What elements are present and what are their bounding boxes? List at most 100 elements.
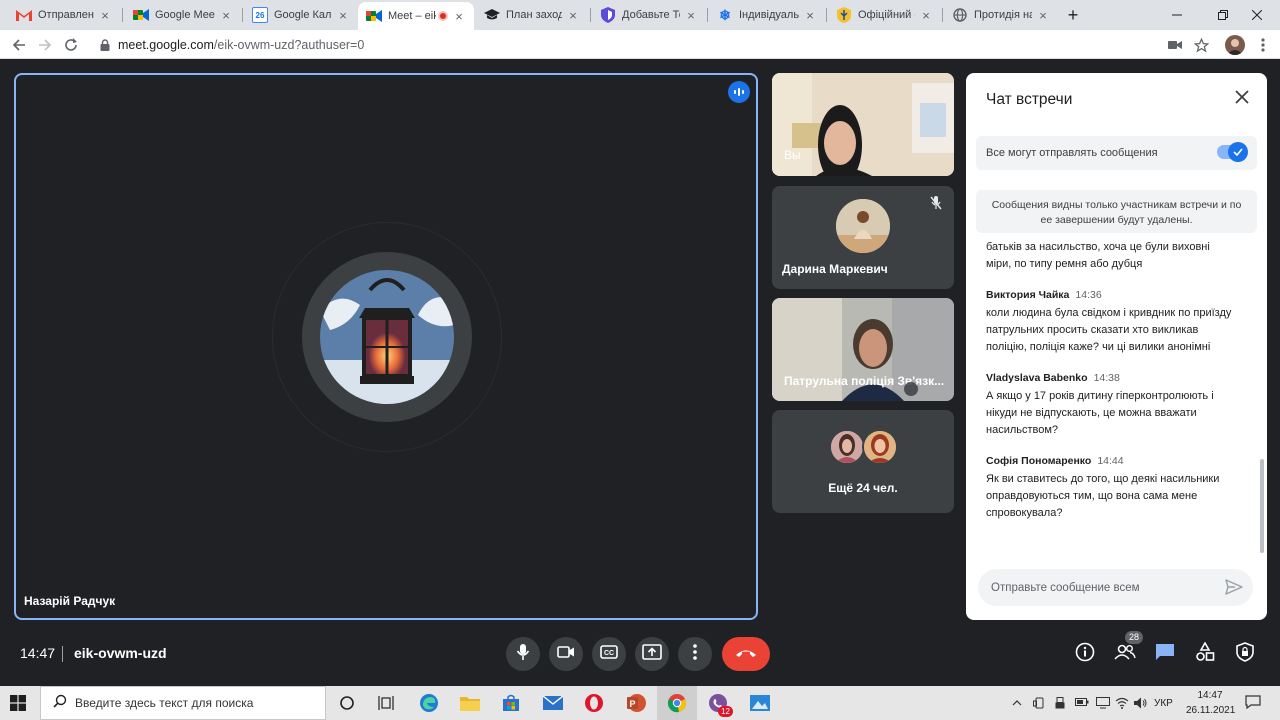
meeting-details-button[interactable] bbox=[1074, 642, 1096, 667]
tab-meet-active[interactable]: Meet – eik × bbox=[358, 2, 474, 30]
tab-official-site[interactable]: Офіційний са × bbox=[828, 0, 941, 30]
tab-close-icon[interactable]: × bbox=[452, 9, 466, 24]
task-view-icon[interactable] bbox=[374, 691, 398, 715]
tab-close-icon[interactable]: × bbox=[1036, 8, 1050, 23]
opera-icon[interactable] bbox=[582, 691, 606, 715]
tab-close-icon[interactable]: × bbox=[219, 8, 233, 23]
photos-icon[interactable] bbox=[748, 691, 772, 715]
more-avatar-1 bbox=[829, 429, 865, 465]
camera-icon bbox=[557, 645, 575, 663]
viber-icon[interactable]: 12 bbox=[706, 691, 733, 717]
tray-clock[interactable]: 14:47 26.11.2021 bbox=[1186, 688, 1235, 718]
address-bar: meet.google.com/eik-ovwm-uzd?authuser=0 bbox=[0, 30, 1280, 59]
chat-message-text: батьків за насильство, хоча це були вихо… bbox=[986, 241, 1210, 270]
back-button[interactable] bbox=[10, 36, 28, 54]
captions-button[interactable]: CC bbox=[592, 637, 626, 671]
mail-icon[interactable] bbox=[541, 691, 565, 715]
tray-usb-icon[interactable] bbox=[1054, 697, 1066, 712]
meet-icon bbox=[366, 8, 382, 24]
info-icon bbox=[1075, 642, 1095, 667]
chat-privacy-notice: Сообщения видны только участникам встреч… bbox=[976, 190, 1257, 233]
more-participants-label: Ещё 24 чел. bbox=[828, 481, 898, 495]
graduation-cap-icon bbox=[484, 7, 500, 23]
hang-up-icon bbox=[735, 645, 757, 663]
tray-device-icon[interactable] bbox=[1033, 697, 1045, 712]
window-close-button[interactable] bbox=[1234, 0, 1280, 30]
microphone-button[interactable] bbox=[506, 637, 540, 671]
tab-close-icon[interactable]: × bbox=[803, 8, 817, 23]
tab-google-calendar[interactable]: 26 Google Календарь × bbox=[244, 0, 358, 30]
host-controls-button[interactable] bbox=[1234, 641, 1256, 667]
more-options-button[interactable] bbox=[678, 637, 712, 671]
emblem-icon bbox=[836, 7, 852, 23]
notification-center-icon[interactable] bbox=[1245, 695, 1261, 712]
chat-button[interactable] bbox=[1154, 643, 1176, 665]
tab-close-icon[interactable]: × bbox=[684, 8, 698, 23]
forward-button[interactable] bbox=[36, 36, 54, 54]
tab-protydiya[interactable]: Протидія нас × bbox=[944, 0, 1058, 30]
shield-lock-icon bbox=[1236, 641, 1254, 667]
taskbar-search-box[interactable]: Введите здесь текст для поиска bbox=[40, 686, 326, 720]
tab-add-text[interactable]: Добавьте Текст × bbox=[592, 0, 706, 30]
activities-button[interactable] bbox=[1194, 640, 1216, 667]
main-speaker-name: Назарій Радчук bbox=[24, 594, 116, 608]
tray-network-icon[interactable] bbox=[1096, 697, 1110, 712]
tab-close-icon[interactable]: × bbox=[566, 8, 580, 23]
chat-panel: Чат встречи Все могут отправлять сообщен… bbox=[966, 73, 1267, 620]
captions-icon: CC bbox=[600, 644, 618, 664]
close-icon[interactable] bbox=[1233, 89, 1251, 107]
chrome-icon[interactable] bbox=[665, 691, 689, 715]
darina-name: Дарина Маркевич bbox=[782, 262, 888, 276]
more-participants-tile[interactable]: Ещё 24 чел. bbox=[772, 410, 954, 513]
tray-volume-icon[interactable] bbox=[1134, 697, 1148, 712]
url-path: /eik-ovwm-uzd?authuser=0 bbox=[213, 37, 365, 52]
tray-wifi-icon[interactable] bbox=[1115, 697, 1129, 712]
participant-tile-darina[interactable]: Дарина Маркевич bbox=[772, 186, 954, 289]
tray-chevron-icon[interactable] bbox=[1012, 697, 1022, 709]
participants-button[interactable] bbox=[1114, 643, 1136, 665]
darina-avatar bbox=[836, 199, 890, 253]
edge-icon[interactable] bbox=[417, 691, 441, 715]
chat-sender: Виктория Чайка bbox=[986, 289, 1070, 301]
bookmark-star-icon[interactable] bbox=[1192, 36, 1210, 54]
tab-individual[interactable]: ❄ Індивідуальне × bbox=[709, 0, 825, 30]
tab-close-icon[interactable]: × bbox=[919, 8, 933, 23]
browser-menu-icon[interactable] bbox=[1254, 36, 1272, 54]
patrol-police-name: Патрульна поліція Зв'язк... bbox=[784, 374, 944, 388]
chat-timestamp: 14:36 bbox=[1075, 289, 1102, 301]
send-icon[interactable] bbox=[1225, 578, 1243, 601]
meeting-code: eik-ovwm-uzd bbox=[74, 645, 167, 661]
present-screen-button[interactable] bbox=[635, 637, 669, 671]
tab-google-meet[interactable]: Google Meet × bbox=[125, 0, 241, 30]
main-speaker-tile[interactable]: Назарій Радчук bbox=[14, 73, 758, 620]
tab-plan-zakhodiv[interactable]: План заходів × bbox=[476, 0, 588, 30]
cortana-icon[interactable] bbox=[335, 691, 359, 715]
windows-start-icon[interactable] bbox=[10, 695, 26, 716]
camera-button[interactable] bbox=[549, 637, 583, 671]
participants-count-badge: 28 bbox=[1125, 631, 1143, 644]
reload-button[interactable] bbox=[62, 36, 80, 54]
chat-message-header: Виктория Чайка 14:36 bbox=[966, 289, 1267, 301]
participant-tile-patrol-police[interactable]: Патрульна поліція Зв'язк... bbox=[772, 298, 954, 401]
tray-language[interactable]: УКР bbox=[1154, 698, 1173, 709]
self-video-tile[interactable]: Вы bbox=[772, 73, 954, 176]
end-call-button[interactable] bbox=[722, 637, 770, 671]
store-icon[interactable] bbox=[499, 691, 523, 715]
pin-icon[interactable] bbox=[904, 382, 918, 396]
lock-icon[interactable] bbox=[100, 38, 110, 56]
tab-close-icon[interactable]: × bbox=[98, 8, 112, 23]
url-field[interactable]: meet.google.com/eik-ovwm-uzd?authuser=0 bbox=[90, 33, 1220, 56]
chat-scrollbar[interactable] bbox=[1260, 459, 1264, 553]
tray-battery-icon[interactable] bbox=[1075, 697, 1089, 710]
camera-indicator-icon[interactable] bbox=[1166, 36, 1184, 54]
new-tab-button[interactable]: + bbox=[1056, 0, 1090, 30]
chat-permission-toggle[interactable] bbox=[1217, 142, 1248, 162]
powerpoint-icon[interactable]: P bbox=[624, 691, 648, 715]
activities-icon bbox=[1195, 640, 1215, 667]
tab-close-icon[interactable]: × bbox=[336, 8, 350, 23]
tab-gmail[interactable]: Отправленные × bbox=[8, 0, 120, 30]
profile-avatar[interactable] bbox=[1225, 35, 1245, 55]
minimize-button[interactable] bbox=[1154, 0, 1200, 30]
file-explorer-icon[interactable] bbox=[458, 691, 482, 715]
chat-message-input[interactable] bbox=[978, 569, 1208, 606]
